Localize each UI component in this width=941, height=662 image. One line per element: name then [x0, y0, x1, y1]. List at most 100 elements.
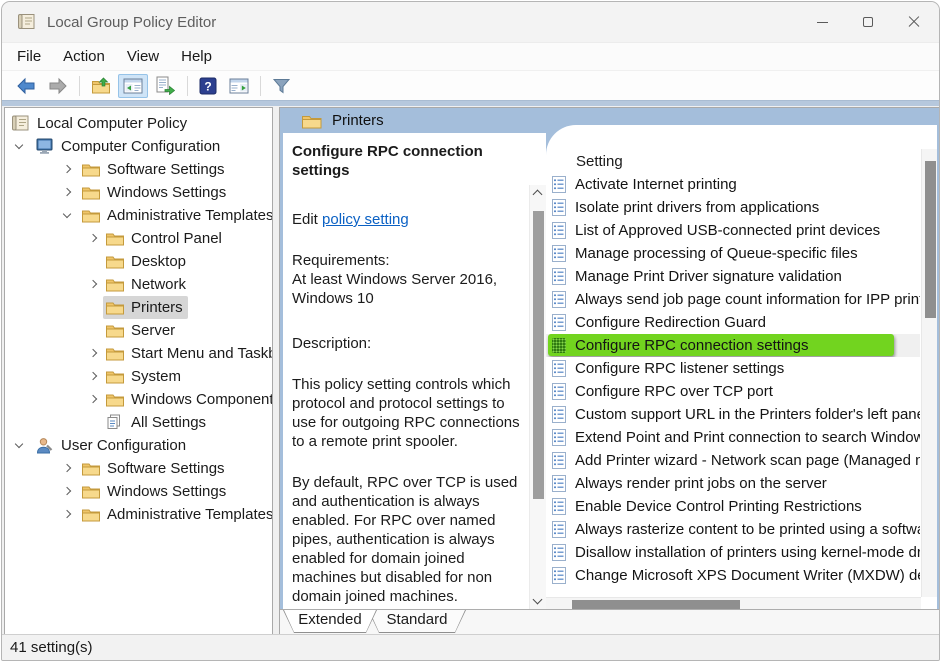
up-one-level-button[interactable] [86, 74, 116, 98]
tree-node[interactable]: Administrative Templates [79, 204, 273, 227]
menu-help[interactable]: Help [170, 45, 223, 68]
setting-item-configure-redirection-guard[interactable]: Configure Redirection Guard [546, 311, 920, 334]
chevron-right-icon[interactable] [63, 510, 71, 518]
tree-item-administrative-templates[interactable]: Administrative Templates [5, 204, 272, 227]
chevron-right-icon[interactable] [89, 234, 97, 242]
export-list-button[interactable] [150, 73, 181, 98]
chevron-right-icon[interactable] [63, 188, 71, 196]
tree-item-administrative-templates[interactable]: Administrative Templates [5, 503, 272, 526]
tree-item-windows-components[interactable]: Windows Components [5, 388, 272, 411]
show-action-pane-button[interactable] [224, 74, 254, 98]
chevron-down-icon[interactable] [15, 141, 23, 149]
tree-item-windows-settings[interactable]: Windows Settings [5, 181, 272, 204]
tree-node[interactable]: Software Settings [79, 158, 230, 181]
setting-item-extend-point-and-print-connection-to-search-windows-update[interactable]: Extend Point and Print connection to sea… [546, 426, 920, 449]
tree-node[interactable]: Windows Settings [79, 480, 231, 503]
chevron-right-icon[interactable] [63, 165, 71, 173]
tree-item-server[interactable]: Server [5, 319, 272, 342]
tree-item-computer-configuration[interactable]: Computer Configuration [5, 135, 272, 158]
setting-item-add-printer-wizard-network-scan-page-managed-network[interactable]: Add Printer wizard - Network scan page (… [546, 449, 920, 472]
scroll-up-icon[interactable] [533, 190, 543, 200]
setting-item-enable-device-control-printing-restrictions[interactable]: Enable Device Control Printing Restricti… [546, 495, 920, 518]
forward-button[interactable] [43, 74, 73, 98]
filter-button[interactable] [267, 74, 296, 98]
toolbar-separator [260, 76, 261, 96]
tab-extended[interactable]: Extended [283, 610, 377, 633]
chevron-down-icon[interactable] [63, 210, 71, 218]
tree-item-label: Administrative Templates [107, 506, 273, 523]
tree-item-desktop[interactable]: Desktop [5, 250, 272, 273]
tree-node[interactable]: Control Panel [103, 227, 227, 250]
help-button[interactable]: ? [194, 74, 222, 98]
gpedit-scroll-icon [17, 13, 37, 31]
description-scrollbar[interactable] [529, 185, 546, 609]
menu-view[interactable]: View [116, 45, 170, 68]
chevron-right-icon[interactable] [89, 372, 97, 380]
tree-node[interactable]: System [103, 365, 186, 388]
menu-action[interactable]: Action [52, 45, 116, 68]
tree-item-software-settings[interactable]: Software Settings [5, 158, 272, 181]
setting-item-change-microsoft-xps-document-writer-mxdw-default-output-format[interactable]: Change Microsoft XPS Document Writer (MX… [546, 564, 920, 587]
scroll-down-icon[interactable] [533, 595, 543, 605]
list-vertical-scrollbar[interactable] [921, 149, 937, 597]
chevron-right-icon[interactable] [89, 280, 97, 288]
tree-item-windows-settings[interactable]: Windows Settings [5, 480, 272, 503]
tree-node[interactable]: Start Menu and Taskbar [103, 342, 273, 365]
chevron-right-icon[interactable] [63, 464, 71, 472]
setting-item-custom-support-url-in-the-printers-folder-s-left-pane[interactable]: Custom support URL in the Printers folde… [546, 403, 920, 426]
chevron-right-icon[interactable] [89, 349, 97, 357]
setting-item-disallow-installation-of-printers-using-kernel-mode-drivers[interactable]: Disallow installation of printers using … [546, 541, 920, 564]
scrollbar-thumb[interactable] [925, 161, 936, 318]
tree-node[interactable]: Server [103, 319, 180, 342]
tree-item-label: User Configuration [61, 437, 186, 454]
forward-icon [48, 77, 68, 95]
tree-node[interactable]: User Configuration [33, 434, 191, 457]
tree-item-software-settings[interactable]: Software Settings [5, 457, 272, 480]
setting-item-configure-rpc-connection-settings[interactable]: Configure RPC connection settings [546, 334, 920, 357]
tree-node[interactable]: Local Computer Policy [9, 112, 192, 135]
tree-node[interactable]: All Settings [103, 411, 211, 434]
tree-node[interactable]: Printers [103, 296, 188, 319]
maximize-button[interactable] [845, 2, 891, 42]
setting-item-configure-rpc-listener-settings[interactable]: Configure RPC listener settings [546, 357, 920, 380]
setting-item-configure-rpc-over-tcp-port[interactable]: Configure RPC over TCP port [546, 380, 920, 403]
tree-item-start-menu-and-taskbar[interactable]: Start Menu and Taskbar [5, 342, 272, 365]
tree-node[interactable]: Desktop [103, 250, 191, 273]
menu-file[interactable]: File [6, 45, 52, 68]
back-button[interactable] [11, 74, 41, 98]
tree-item-network[interactable]: Network [5, 273, 272, 296]
tree-node[interactable]: Windows Components [103, 388, 273, 411]
tab-standard[interactable]: Standard [368, 610, 466, 633]
tree-node[interactable]: Administrative Templates [79, 503, 273, 526]
setting-item-always-render-print-jobs-on-the-server[interactable]: Always render print jobs on the server [546, 472, 920, 495]
scrollbar-thumb[interactable] [533, 211, 544, 499]
setting-item-label: Custom support URL in the Printers folde… [575, 406, 920, 423]
tree-item-user-configuration[interactable]: User Configuration [5, 434, 272, 457]
tree-node[interactable]: Network [103, 273, 191, 296]
tree-node[interactable]: Computer Configuration [33, 135, 225, 158]
folder-icon [81, 460, 102, 477]
setting-item-isolate-print-drivers-from-applications[interactable]: Isolate print drivers from applications [546, 196, 920, 219]
tree-item-control-panel[interactable]: Control Panel [5, 227, 272, 250]
chevron-right-icon[interactable] [63, 487, 71, 495]
policy-setting-link[interactable]: policy setting [322, 211, 409, 228]
tree-item-local-computer-policy[interactable]: Local Computer Policy [5, 112, 272, 135]
minimize-button[interactable] [799, 2, 845, 42]
setting-item-manage-print-driver-signature-validation[interactable]: Manage Print Driver signature validation [546, 265, 920, 288]
show-console-tree-button[interactable] [118, 74, 148, 98]
tree-item-printers[interactable]: Printers [5, 296, 272, 319]
setting-item-always-send-job-page-count-information-for-ipp-printers[interactable]: Always send job page count information f… [546, 288, 920, 311]
chevron-down-icon[interactable] [15, 440, 23, 448]
column-header-setting[interactable]: Setting [546, 150, 937, 173]
tree-item-all-settings[interactable]: All Settings [5, 411, 272, 434]
setting-item-manage-processing-of-queue-specific-files[interactable]: Manage processing of Queue-specific file… [546, 242, 920, 265]
close-button[interactable] [891, 2, 937, 42]
tree-item-system[interactable]: System [5, 365, 272, 388]
setting-item-always-rasterize-content-to-be-printed-using-a-software-rasterizer[interactable]: Always rasterize content to be printed u… [546, 518, 920, 541]
tree-node[interactable]: Windows Settings [79, 181, 231, 204]
tree-node[interactable]: Software Settings [79, 457, 230, 480]
setting-item-activate-internet-printing[interactable]: Activate Internet printing [546, 173, 920, 196]
chevron-right-icon[interactable] [89, 395, 97, 403]
setting-item-label: Enable Device Control Printing Restricti… [575, 498, 862, 515]
setting-item-list-of-approved-usb-connected-print-devices[interactable]: List of Approved USB-connected print dev… [546, 219, 920, 242]
